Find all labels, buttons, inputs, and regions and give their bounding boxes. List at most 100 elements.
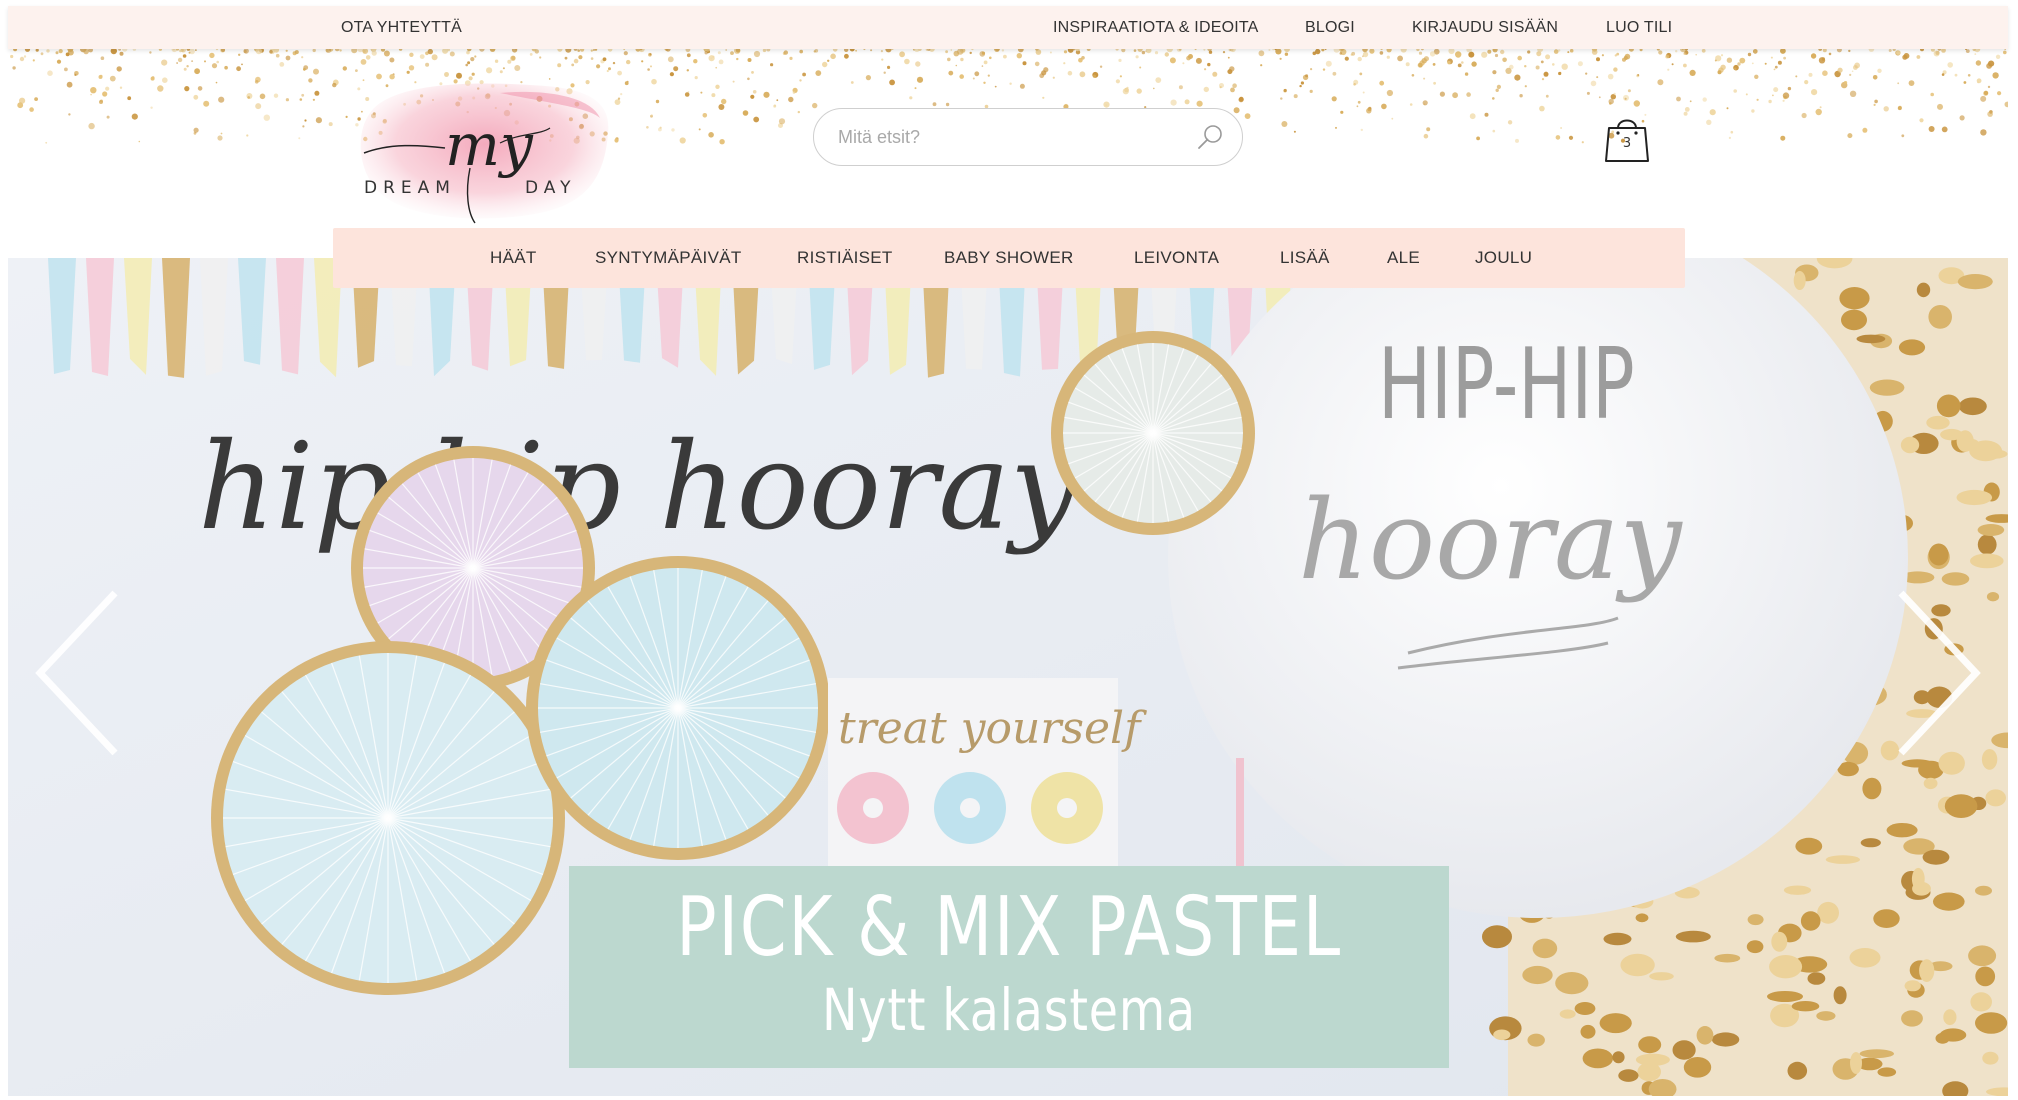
confetti-dot	[686, 53, 691, 58]
confetti-dot	[1208, 50, 1213, 54]
inspiration-link[interactable]: INSPIRAATIOTA & IDEOITA	[1053, 6, 1259, 49]
confetti-dot	[427, 49, 433, 55]
confetti-dot	[1591, 49, 1598, 55]
confetti-dot	[850, 81, 854, 84]
confetti-dot	[1930, 49, 1935, 52]
confetti-dot	[708, 55, 715, 62]
nav-item-leivonta[interactable]: LEIVONTA	[1134, 228, 1219, 288]
confetti-dot	[788, 96, 794, 103]
confetti-dot	[177, 57, 183, 63]
confetti-dot	[1822, 70, 1828, 76]
confetti-dot	[751, 71, 754, 74]
confetti-dot	[1609, 102, 1612, 105]
create-account-link[interactable]: LUO TILI	[1606, 6, 1672, 49]
confetti-dot	[1016, 53, 1022, 59]
confetti-dot	[1280, 97, 1283, 100]
confetti-dot	[398, 49, 403, 51]
confetti-dot	[1333, 49, 1340, 53]
confetti-dot	[773, 104, 777, 108]
gold-flake	[1975, 885, 1992, 896]
confetti-dot	[578, 55, 583, 60]
confetti-dot	[1126, 86, 1129, 89]
confetti-dot	[590, 49, 593, 52]
confetti-dot	[1773, 87, 1779, 93]
confetti-dot	[380, 49, 386, 52]
gold-flake	[1800, 911, 1821, 931]
confetti-dot	[730, 51, 734, 55]
confetti-dot	[685, 49, 691, 53]
gold-flake	[1869, 379, 1905, 396]
nav-item-baby-shower[interactable]: BABY SHOWER	[944, 228, 1074, 288]
confetti-dot	[594, 49, 598, 51]
search-icon[interactable]	[1196, 123, 1224, 151]
confetti-dot	[849, 49, 855, 52]
confetti-dot	[1843, 81, 1848, 85]
confetti-dot	[1492, 129, 1496, 133]
confetti-dot	[1492, 97, 1495, 100]
confetti-dot	[35, 49, 39, 52]
confetti-dot	[1340, 110, 1344, 114]
confetti-dot	[1293, 130, 1296, 133]
confetti-dot	[1553, 49, 1559, 54]
confetti-dot	[686, 69, 689, 72]
confetti-dot	[470, 57, 475, 62]
confetti-dot	[17, 102, 24, 109]
confetti-dot	[1992, 72, 1999, 79]
previous-slide-button[interactable]	[30, 588, 120, 758]
site-logo[interactable]: my DREAM DAY	[350, 73, 625, 228]
gold-flake	[1877, 1067, 1897, 1077]
confetti-dot	[312, 98, 315, 101]
confetti-dot	[1219, 83, 1224, 88]
gold-flake	[1580, 1024, 1596, 1039]
confetti-dot	[263, 114, 270, 121]
gold-flake	[1975, 1012, 2008, 1034]
nav-item-häät[interactable]: HÄÄT	[490, 228, 537, 288]
confetti-dot	[467, 61, 471, 65]
blog-link[interactable]: BLOGI	[1305, 6, 1355, 49]
confetti-dot	[194, 68, 201, 75]
confetti-dot	[1067, 70, 1073, 76]
confetti-dot	[90, 87, 97, 94]
confetti-dot	[1325, 60, 1332, 67]
confetti-dot	[218, 96, 225, 103]
cart-button[interactable]: 3	[1603, 112, 1651, 164]
confetti-dot	[1481, 51, 1488, 58]
confetti-dot	[1141, 50, 1146, 55]
confetti-dot	[1391, 117, 1394, 120]
confetti-dot	[1997, 91, 2002, 96]
nav-item-lisää[interactable]: LISÄÄ	[1280, 228, 1330, 288]
confetti-dot	[161, 59, 168, 66]
confetti-dot	[708, 132, 714, 138]
confetti-dot	[1133, 49, 1137, 52]
hero-caption[interactable]: PICK & MIX PASTEL Nytt kalastema	[569, 866, 1449, 1068]
confetti-dot	[1464, 72, 1469, 76]
search-input[interactable]	[836, 109, 1170, 166]
confetti-dot	[138, 140, 141, 143]
confetti-dot	[1849, 73, 1852, 76]
confetti-dot	[1847, 133, 1853, 139]
confetti-dot	[1207, 62, 1211, 67]
confetti-dot	[1222, 51, 1226, 54]
confetti-dot	[1701, 49, 1706, 53]
balloon-text-top: HIP-HIP	[1378, 328, 1635, 442]
confetti-dot	[711, 93, 716, 98]
nav-item-ale[interactable]: ALE	[1387, 228, 1420, 288]
confetti-dot	[1897, 106, 1902, 111]
login-link[interactable]: KIRJAUDU SISÄÄN	[1412, 6, 1558, 49]
confetti-dot	[947, 57, 951, 62]
confetti-dot	[1714, 59, 1717, 62]
confetti-dot	[1726, 57, 1733, 63]
nav-item-joulu[interactable]: JOULU	[1475, 228, 1532, 288]
confetti-dot	[1332, 71, 1337, 76]
contact-link[interactable]: OTA YHTEYTTÄ	[341, 6, 462, 49]
confetti-dot	[191, 60, 194, 62]
hero-subtitle: Nytt kalastema	[822, 976, 1196, 1044]
gold-flake	[1850, 1052, 1862, 1074]
confetti-dot	[1560, 127, 1563, 129]
next-slide-button[interactable]	[1896, 588, 1986, 758]
confetti-dot	[40, 52, 44, 56]
confetti-dot	[1035, 49, 1042, 55]
confetti-dot	[989, 56, 992, 60]
nav-item-ristiäiset[interactable]: RISTIÄISET	[797, 228, 893, 288]
nav-item-syntymäpäivät[interactable]: SYNTYMÄPÄIVÄT	[595, 228, 742, 288]
